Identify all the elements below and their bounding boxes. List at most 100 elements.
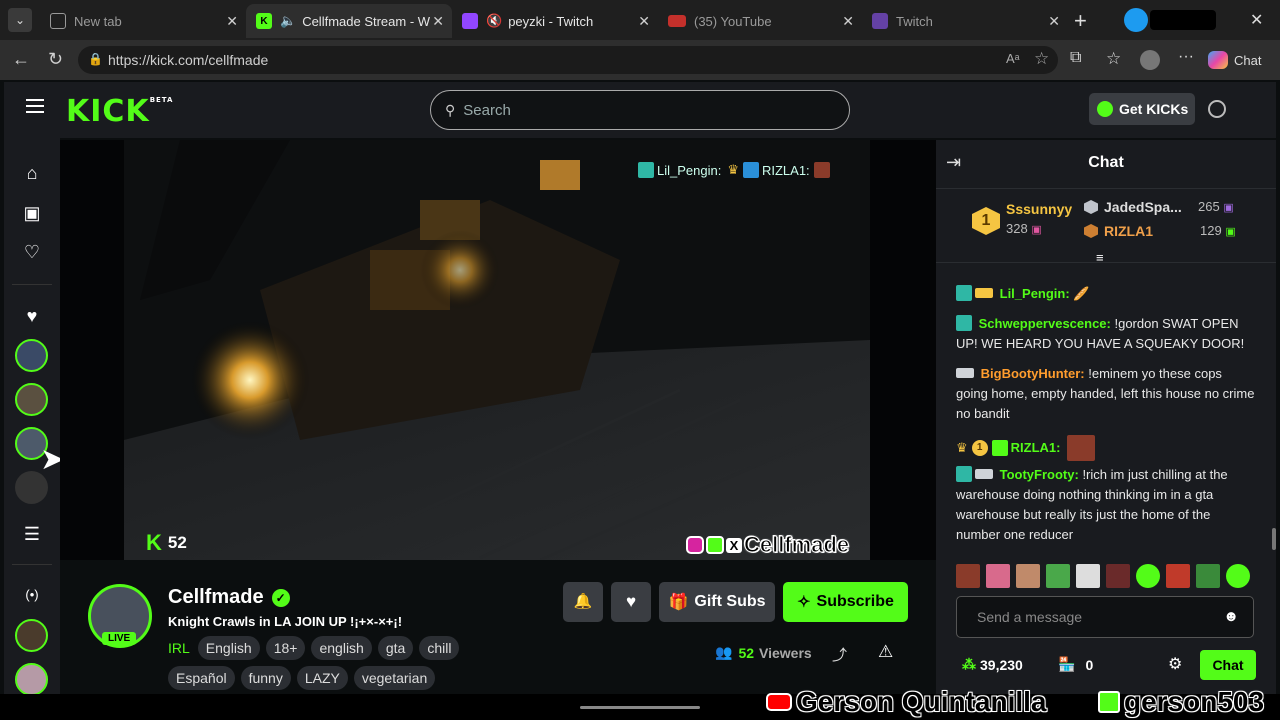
close-tab-icon[interactable]: ✕ — [638, 13, 650, 30]
search-input[interactable]: ⚲ Search — [430, 90, 850, 130]
close-tab-icon[interactable]: ✕ — [842, 13, 854, 30]
tag-pill[interactable]: 18+ — [265, 636, 306, 660]
leaderboard-third[interactable]: RIZLA1 — [1084, 223, 1153, 239]
chat-message-input[interactable]: Send a message ☻ — [956, 596, 1254, 638]
subscribe-button[interactable]: ✧ Subscribe — [783, 582, 908, 622]
notification-bell-button[interactable]: 🔔 — [563, 582, 603, 622]
sub-badge-icon — [956, 315, 972, 331]
chat-username[interactable]: Schweppervescence: — [979, 316, 1111, 331]
tag-pill[interactable]: funny — [240, 666, 291, 690]
chat-scrollbar[interactable] — [1272, 528, 1276, 550]
leaderboard-second[interactable]: JadedSpa... — [1084, 199, 1182, 215]
gift-subs-button[interactable]: 🎁 Gift Subs — [659, 582, 775, 622]
emote-icon[interactable] — [986, 564, 1010, 588]
profile-twitter-icon[interactable] — [1124, 8, 1148, 32]
kick-coin-icon — [1097, 101, 1113, 117]
tab-peyzki[interactable]: 🔇 peyzki - Twitch ✕ — [452, 4, 658, 38]
tag-pill[interactable]: English — [197, 636, 260, 660]
emote-icon[interactable] — [1196, 564, 1220, 588]
url-input[interactable]: 🔒 https://kick.com/cellfmade — [78, 46, 1058, 74]
recommended-channel-avatar[interactable] — [15, 619, 48, 652]
chat-username[interactable]: Lil_Pengin: — [1000, 286, 1070, 301]
category-link[interactable]: IRL — [168, 640, 190, 656]
youtube-icon — [766, 693, 792, 711]
reload-icon[interactable]: ↻ — [48, 49, 63, 70]
favorites-icon[interactable]: ☆ — [1106, 49, 1121, 69]
tag-pill[interactable]: english — [311, 636, 372, 660]
emote-icon[interactable] — [1136, 564, 1160, 588]
home-icon[interactable]: ⌂ — [22, 163, 42, 183]
more-icon[interactable]: ··· — [1178, 48, 1194, 66]
new-tab-icon — [50, 13, 66, 29]
close-tab-icon[interactable]: ✕ — [1048, 13, 1060, 30]
close-window-icon[interactable]: ✕ — [1250, 10, 1263, 30]
copilot-chat-button[interactable]: Chat — [1208, 48, 1261, 72]
get-kicks-button[interactable]: Get KICKs — [1089, 93, 1195, 125]
tag-pill[interactable]: LAZY — [296, 666, 348, 690]
emoji-icon[interactable]: ☻ — [1223, 608, 1239, 625]
divider — [12, 564, 52, 565]
followed-channel-avatar[interactable] — [15, 383, 48, 416]
emote-icon[interactable] — [1166, 564, 1190, 588]
read-aloud-icon[interactable]: Aᵃ — [1006, 51, 1020, 66]
kick-logo[interactable]: KICKBETA — [66, 94, 173, 129]
chat-settings-gear-icon[interactable]: ⚙ — [1168, 654, 1182, 674]
chat-username[interactable]: BigBootyHunter: — [981, 366, 1085, 381]
channel-points[interactable]: ⁂ 39,230 — [962, 656, 1023, 673]
emote-icon[interactable] — [1106, 564, 1130, 588]
followed-heart-icon[interactable]: ♥ — [22, 306, 42, 326]
profile-avatar[interactable] — [1140, 50, 1160, 70]
favorite-star-icon[interactable]: ☆ — [1034, 49, 1049, 69]
tab-new-tab[interactable]: New tab ✕ — [40, 4, 246, 38]
chat-username[interactable]: TootyFrooty: — [1000, 467, 1079, 482]
new-tab-button[interactable]: + — [1074, 8, 1087, 34]
tag-pill[interactable]: vegetarian — [353, 666, 436, 690]
following-heart-icon[interactable]: ♡ — [22, 242, 42, 262]
chat-username[interactable]: RIZLA1: — [1011, 438, 1061, 458]
kick-token-icon[interactable] — [1208, 100, 1226, 118]
emote-icon[interactable] — [1226, 564, 1250, 588]
recommended-channel-avatar[interactable] — [15, 663, 48, 696]
followed-channel-avatar[interactable] — [15, 471, 48, 504]
gift-badge-icon — [991, 440, 1008, 456]
send-chat-button[interactable]: Chat — [1200, 650, 1256, 680]
tab-label: New tab — [74, 13, 122, 29]
leaderboard-first-name[interactable]: Sssunnyy — [1006, 201, 1072, 217]
tab-twitch[interactable]: Twitch ✕ — [862, 4, 1068, 38]
divider — [12, 284, 52, 285]
ticket-badge-icon — [975, 469, 993, 479]
emote-icon[interactable] — [956, 564, 980, 588]
channel-name[interactable]: Cellfmade ✓ — [168, 586, 290, 609]
tab-label: Cellfmade Stream - Wat — [302, 13, 431, 29]
back-icon[interactable]: ← — [12, 49, 30, 70]
tab-list-button[interactable]: ⌄ — [8, 8, 32, 32]
hamburger-menu-icon[interactable] — [26, 99, 44, 113]
share-icon[interactable]: ⤴ — [832, 644, 847, 665]
store-button[interactable]: 🏪 0 — [1058, 656, 1093, 673]
report-warning-icon[interactable]: ⚠ — [878, 642, 893, 662]
tag-pill[interactable]: gta — [377, 636, 414, 660]
extensions-icon[interactable]: ⧉ — [1070, 49, 1081, 67]
tab-youtube[interactable]: (35) YouTube ✕ — [658, 4, 862, 38]
close-tab-icon[interactable]: ✕ — [226, 13, 238, 30]
browse-icon[interactable]: ▣ — [22, 203, 42, 223]
tags-row: Español funny LAZY vegetarian — [168, 666, 441, 690]
emote-icon[interactable] — [1076, 564, 1100, 588]
leaderboard-third-count: 129 ▣ — [1200, 223, 1236, 238]
video-player[interactable]: Lil_Pengin: ♛ RIZLA1: K 52 X Cellfmade — [60, 140, 936, 560]
gift-icon: ▣ — [1031, 224, 1042, 236]
live-signal-icon[interactable]: (•) — [22, 585, 42, 605]
speaker-icon[interactable]: 🔈 — [280, 13, 296, 29]
category-icon[interactable]: ☰ — [22, 524, 42, 544]
emote-icon[interactable] — [1016, 564, 1040, 588]
stream-title: Knight Crawls in LA JOIN UP !¡+×-×+¡! — [168, 614, 403, 629]
followed-channel-avatar[interactable] — [15, 339, 48, 372]
follow-heart-button[interactable]: ♥ — [611, 582, 651, 622]
emote-icon: 🥖 — [1073, 286, 1090, 301]
muted-icon[interactable]: 🔇 — [486, 13, 502, 29]
tag-pill[interactable]: chill — [419, 636, 460, 660]
close-tab-icon[interactable]: ✕ — [432, 13, 444, 30]
tab-cellfmade[interactable]: K 🔈 Cellfmade Stream - Wat ✕ — [246, 4, 452, 38]
emote-icon[interactable] — [1046, 564, 1070, 588]
tag-pill[interactable]: Español — [168, 666, 235, 690]
